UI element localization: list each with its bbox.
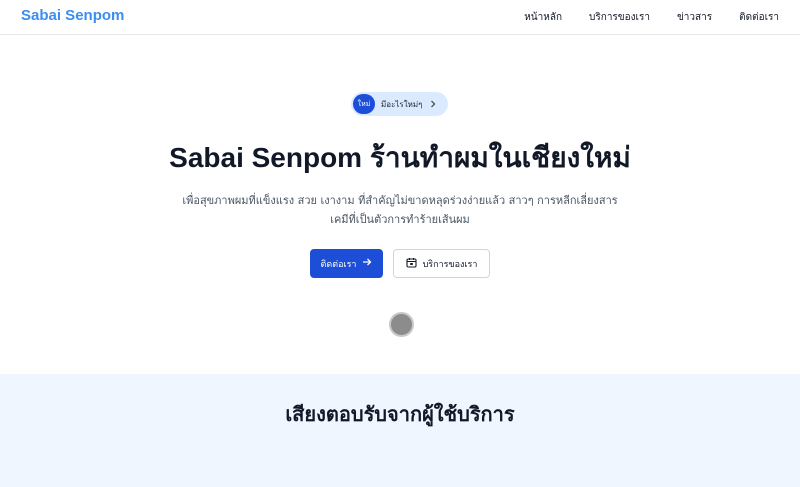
testimonials-section: เสียงตอบรับจากผู้ใช้บริการ — [0, 374, 800, 487]
testimonials-title: เสียงตอบรับจากผู้ใช้บริการ — [285, 404, 515, 426]
navbar: Sabai Senpom หน้าหลัก บริการของเรา ข่าวส… — [0, 0, 800, 35]
new-badge: ใหม่ — [353, 94, 375, 114]
contact-button[interactable]: ติดต่อเรา — [310, 249, 383, 278]
nav-link-news[interactable]: ข่าวสาร — [677, 10, 712, 25]
nav-link-home[interactable]: หน้าหลัก — [524, 10, 562, 25]
services-button[interactable]: บริการของเรา — [393, 249, 490, 278]
announcement-text: มีอะไรใหม่ๆ — [381, 99, 423, 109]
loading-indicator — [389, 312, 414, 337]
nav-link-contact[interactable]: ติดต่อเรา — [739, 10, 779, 25]
hero-subtitle: เพื่อสุขภาพผมที่แข็งแรง สวย เงางาม ที่สำ… — [182, 194, 618, 226]
nav-links: หน้าหลัก บริการของเรา ข่าวสาร ติดต่อเรา — [524, 10, 779, 25]
nav-link-services[interactable]: บริการของเรา — [589, 10, 650, 25]
announcement-pill[interactable]: ใหม่ มีอะไรใหม่ๆ — [351, 92, 448, 116]
brand-logo[interactable]: Sabai Senpom — [21, 7, 124, 24]
hero-title: Sabai Senpom ร้านทำผมในเชียงใหม่ — [169, 142, 631, 173]
services-button-label: บริการของเรา — [422, 259, 478, 270]
calendar-icon — [406, 257, 417, 271]
chevron-right-icon — [429, 100, 437, 108]
contact-button-label: ติดต่อเรา — [320, 259, 357, 270]
arrow-right-icon — [362, 257, 372, 270]
